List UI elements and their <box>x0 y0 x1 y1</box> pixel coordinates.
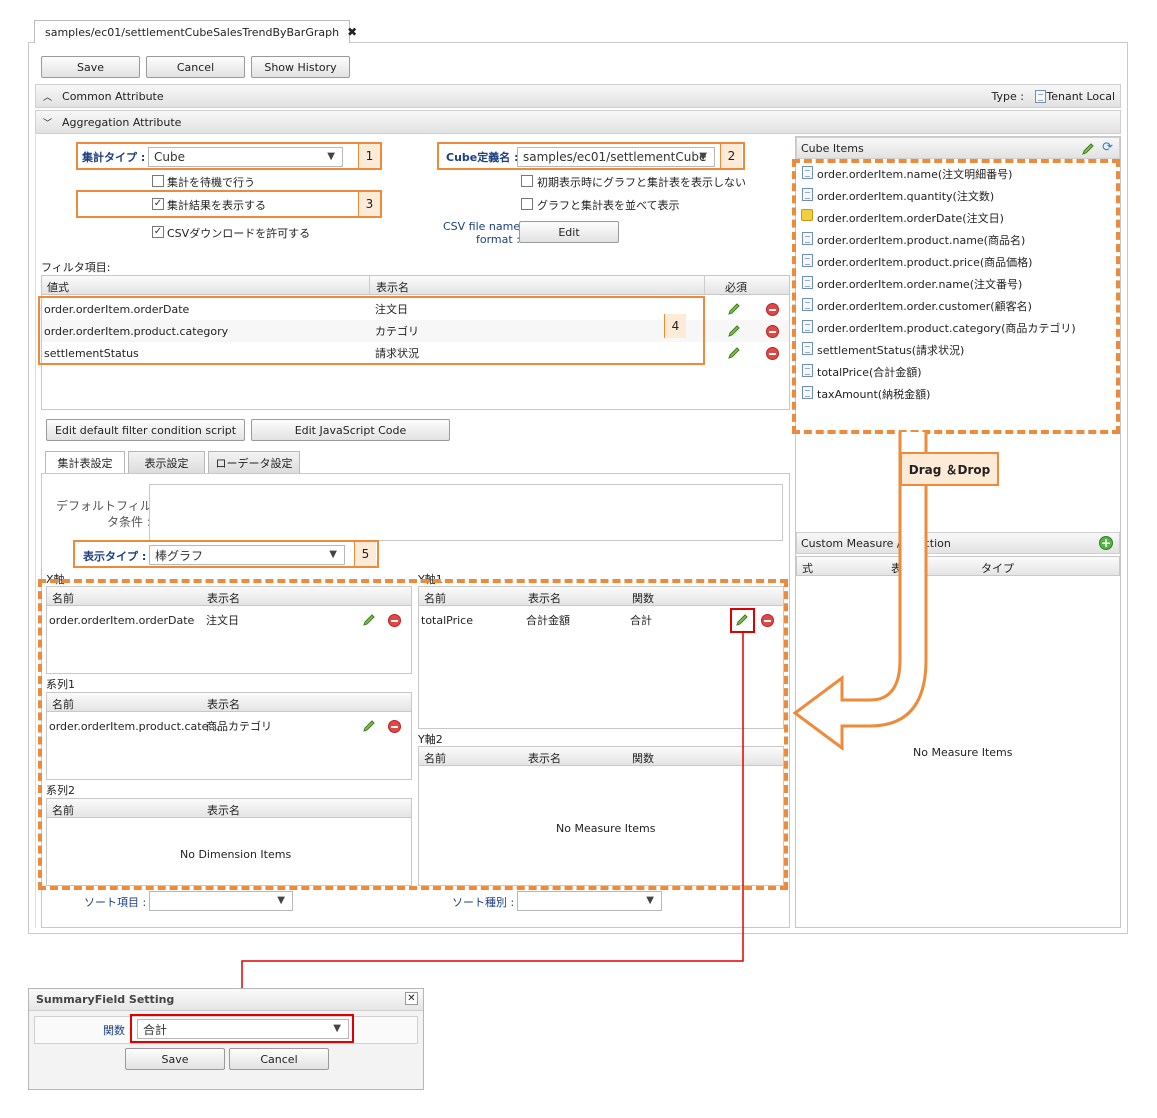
badge-4: 4 <box>664 314 686 338</box>
badge-3: 3 <box>358 192 380 216</box>
chevron-down-icon: ▼ <box>327 151 335 162</box>
aggregation-attribute-title: Aggregation Attribute <box>62 115 182 129</box>
highlight-box-4 <box>38 296 705 365</box>
agg-type-value: Cube <box>154 150 185 164</box>
editor-tab[interactable]: samples/ec01/settlementCubeSalesTrendByB… <box>34 20 357 43</box>
side-by-side-label: グラフと集計表を並べて表示 <box>537 199 680 212</box>
drag-drop-text: Drag ＆Drop <box>908 462 991 477</box>
close-icon[interactable]: ✕ <box>405 992 418 1005</box>
filter-grid-header: 値式 表示名 必須 <box>41 275 790 295</box>
wait-label: 集計を待機で行う <box>167 176 255 189</box>
filter-header-divider <box>369 276 370 295</box>
dialog-save-button[interactable]: Save <box>125 1048 225 1070</box>
csv-checkbox[interactable]: ✓ <box>152 226 164 238</box>
cancel-button[interactable]: Cancel <box>146 56 245 78</box>
show-result-label: 集計結果を表示する <box>167 199 266 212</box>
drag-source-highlight <box>792 159 1120 434</box>
display-type-value: 棒グラフ <box>155 548 204 563</box>
default-filter-textarea[interactable] <box>149 484 783 541</box>
cube-label: Cube定義名 : <box>446 151 519 164</box>
chevron-down-icon: ﹀ <box>43 118 53 129</box>
tab-raw-data-settings[interactable]: ローデータ設定 <box>208 451 300 473</box>
chevron-down-icon: ▼ <box>329 549 337 560</box>
display-header: 表示名 <box>376 281 409 294</box>
func-highlight-box <box>130 1014 354 1043</box>
tab-title: samples/ec01/settlementCubeSalesTrendByB… <box>45 25 340 39</box>
edit-filter-script-button[interactable]: Edit default filter condition script <box>46 419 245 441</box>
agg-type-select[interactable]: Cube ▼ <box>148 147 343 167</box>
filter-title: フィルタ項目: <box>41 261 111 274</box>
edit-pencil-icon[interactable] <box>727 302 741 316</box>
csv-label: CSVダウンロードを許可する <box>167 227 311 240</box>
close-tab-icon[interactable]: ✖ <box>347 25 357 39</box>
agg-type-label: 集計タイプ : <box>82 151 146 164</box>
edit-pencil-icon[interactable] <box>727 324 741 338</box>
remove-icon[interactable] <box>766 347 779 360</box>
wait-checkbox[interactable] <box>152 175 164 187</box>
filter-header-divider <box>704 276 705 295</box>
dialog-titlebar: SummaryField Setting ✕ <box>29 989 423 1011</box>
add-icon[interactable]: + <box>1099 536 1113 550</box>
side-by-side-checkbox[interactable] <box>521 198 533 210</box>
badge-1: 1 <box>358 144 380 168</box>
chevron-up-icon: ︿ <box>43 92 53 103</box>
init-hide-checkbox[interactable] <box>521 175 533 187</box>
type-value: Tenant Local <box>1046 89 1115 103</box>
save-button[interactable]: Save <box>41 56 140 78</box>
display-type-select[interactable]: 棒グラフ ▼ <box>149 545 345 565</box>
show-history-button[interactable]: Show History <box>251 56 350 78</box>
cube-select[interactable]: samples/ec01/settlementCube ▼ <box>517 147 715 167</box>
badge-2: 2 <box>720 144 742 168</box>
document-icon <box>1035 90 1046 103</box>
tab-aggregation-table[interactable]: 集計表設定 <box>45 451 125 473</box>
required-header: 必須 <box>725 281 747 294</box>
aggregation-attribute-header[interactable]: ﹀ Aggregation Attribute <box>35 110 1121 134</box>
dialog-cancel-button[interactable]: Cancel <box>229 1048 329 1070</box>
chevron-down-icon: ▼ <box>699 151 707 162</box>
cube-items-title: Cube Items <box>801 141 864 155</box>
refresh-icon[interactable]: ⟳ <box>1102 140 1113 155</box>
cube-items-header: Cube Items ⟳ <box>796 137 1120 159</box>
remove-icon[interactable] <box>766 325 779 338</box>
common-attribute-title: Common Attribute <box>62 89 164 103</box>
sort-item-label: ソート項目 : <box>84 896 147 909</box>
default-filter-label-2: タ条件 : <box>107 515 151 529</box>
init-hide-label: 初期表示時にグラフと集計表を表示しない <box>537 176 746 189</box>
dialog-title: SummaryField Setting <box>36 993 175 1006</box>
csv-format-label: format : <box>476 233 520 246</box>
func-label: 関数 : <box>103 1024 133 1037</box>
default-filter-label: デフォルトフィル <box>56 499 152 513</box>
common-attribute-header[interactable]: ︿ Common Attribute Type : Tenant Local <box>35 84 1121 108</box>
csv-edit-button[interactable]: Edit <box>519 221 619 243</box>
display-type-label: 表示タイプ : <box>83 550 147 563</box>
remove-icon[interactable] <box>766 303 779 316</box>
tab-display-settings[interactable]: 表示設定 <box>128 451 205 473</box>
csv-name-label: CSV file name <box>443 220 521 233</box>
edit-pencil-icon[interactable] <box>1081 142 1095 156</box>
type-label: Type : <box>991 89 1024 103</box>
expr-header: 値式 <box>47 281 69 294</box>
badge-5: 5 <box>354 542 376 566</box>
edit-pencil-icon[interactable] <box>727 346 741 360</box>
edit-javascript-button[interactable]: Edit JavaScript Code <box>251 419 450 441</box>
show-result-checkbox[interactable]: ✓ <box>152 198 164 210</box>
dialog-connector-arrow <box>236 632 744 1014</box>
drag-drop-label: Drag ＆Drop <box>900 452 999 486</box>
cube-value: samples/ec01/settlementCube <box>523 150 707 164</box>
